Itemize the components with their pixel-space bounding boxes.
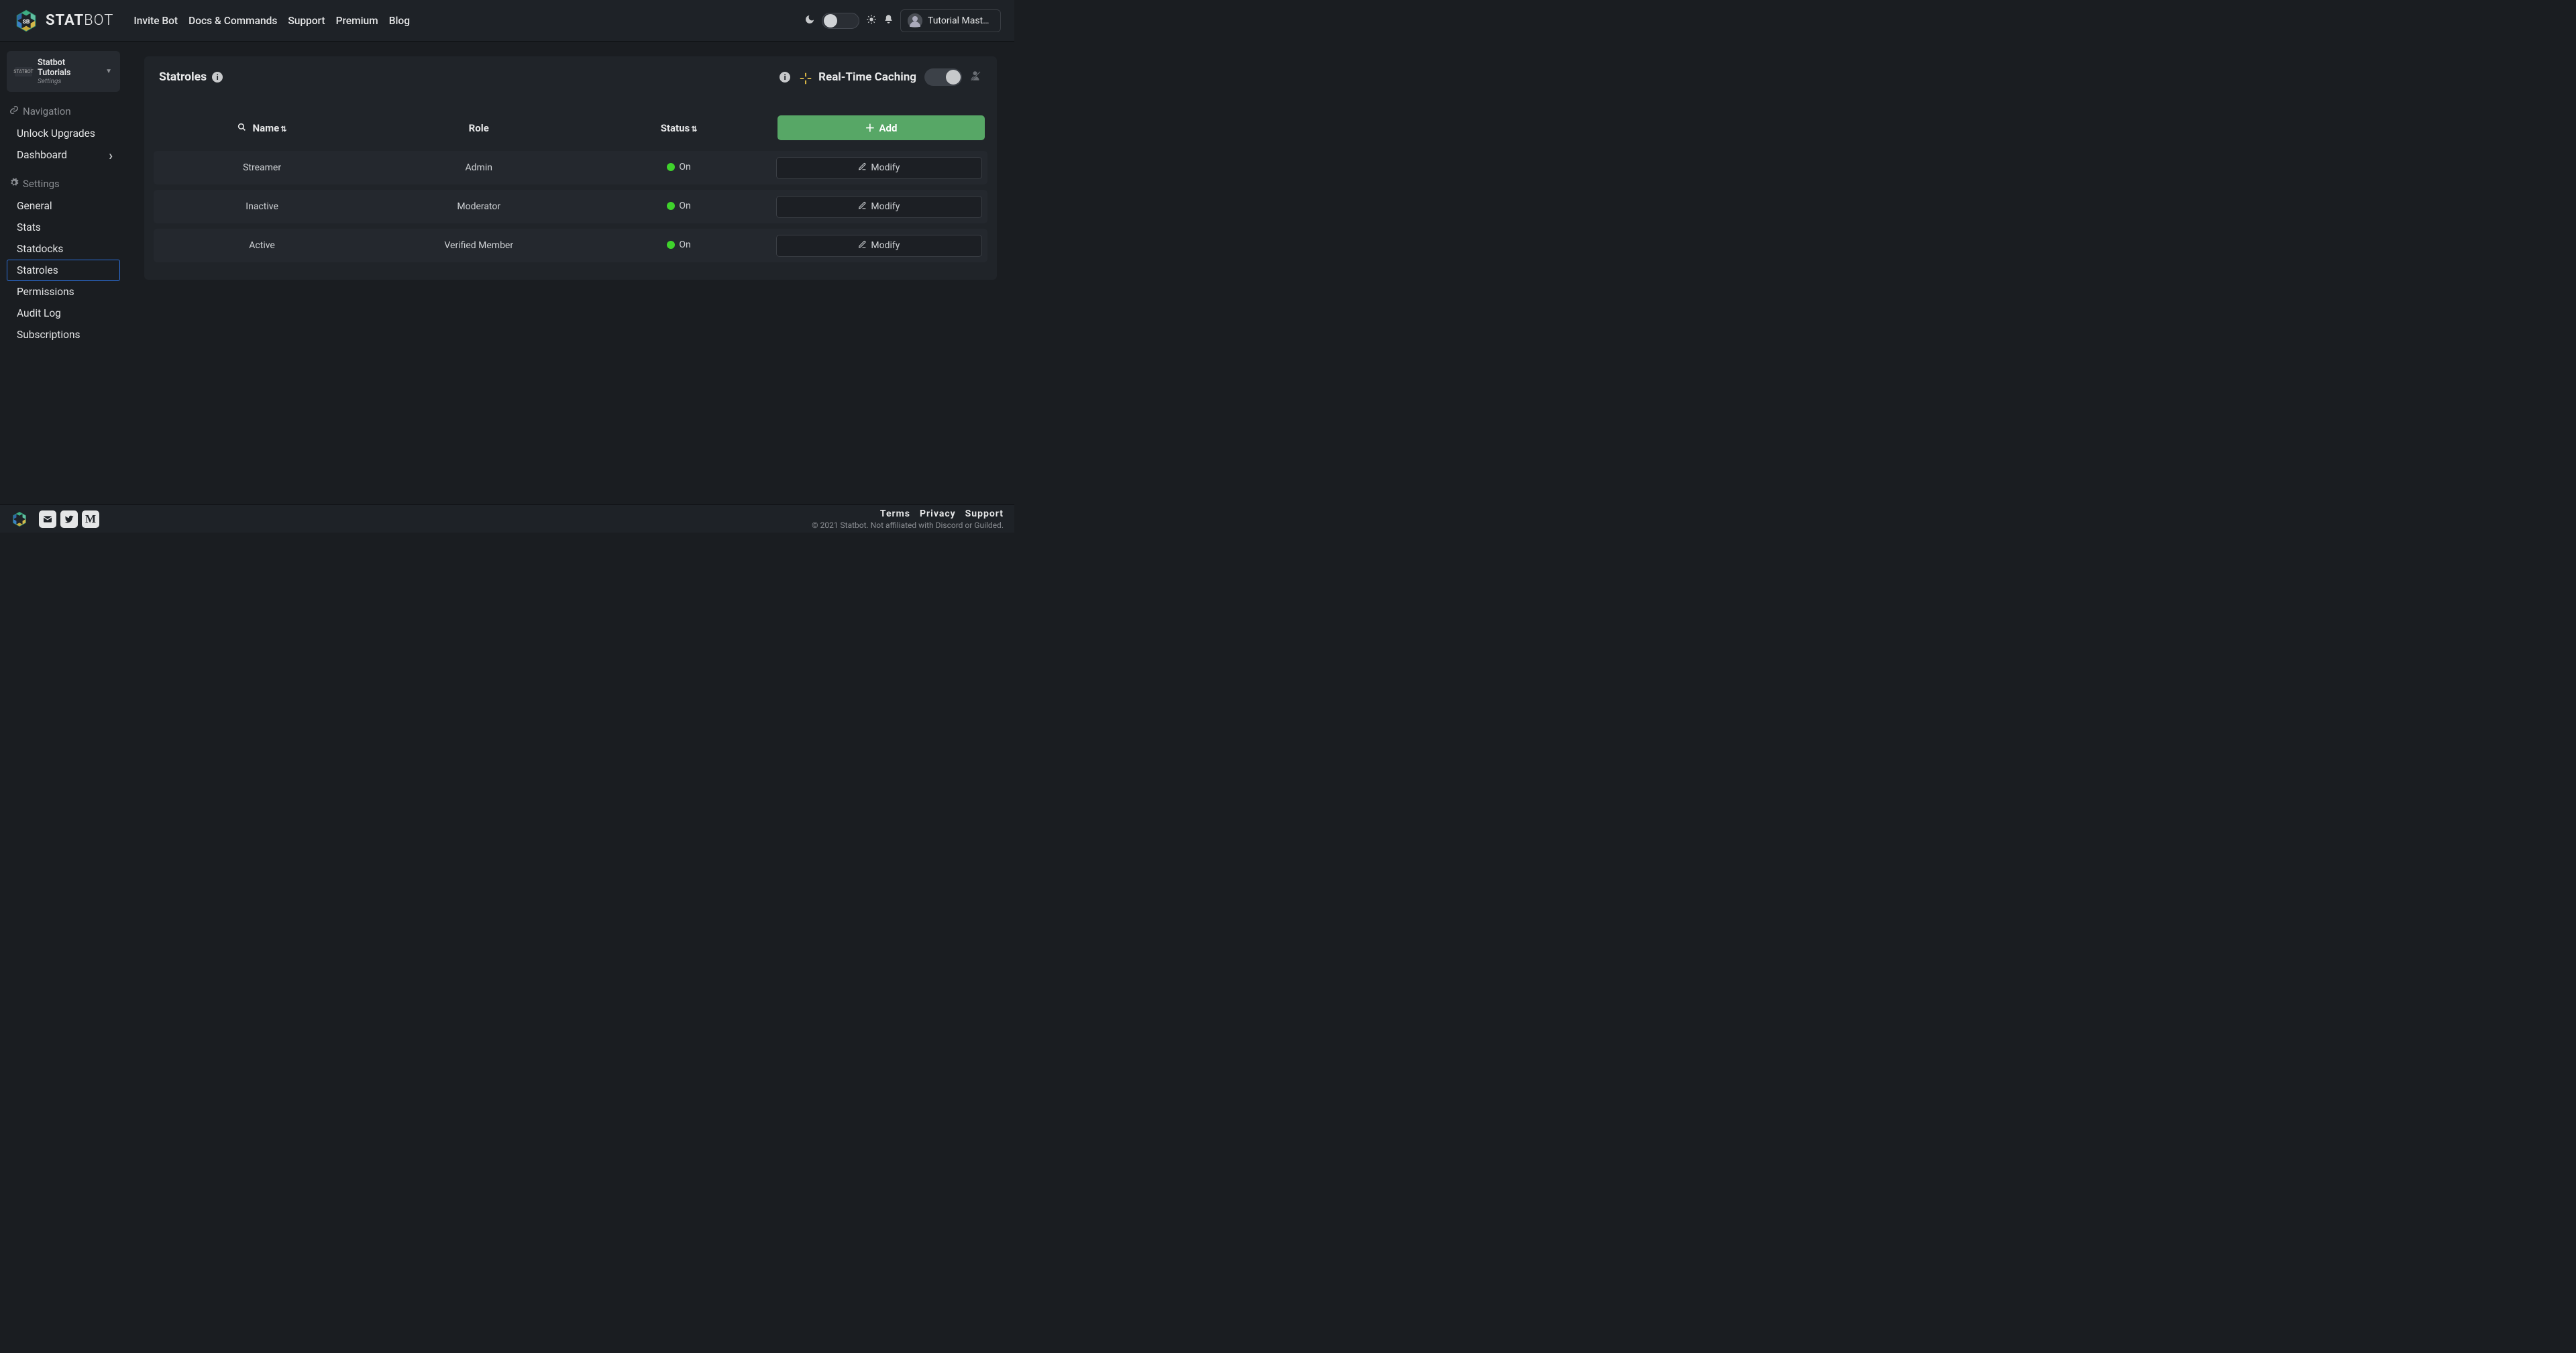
info-icon[interactable]: i <box>780 72 790 83</box>
table-row: ActiveVerified MemberOn Modify <box>154 229 987 262</box>
cell-role: Admin <box>370 151 587 184</box>
info-icon[interactable]: i <box>212 72 223 83</box>
sort-icon: ⇅ <box>691 125 697 133</box>
sidebar-item-stats[interactable]: Stats <box>7 217 120 238</box>
statroles-panel: Statroles i i Real-Time Caching <box>144 56 997 280</box>
statroles-table: Name⇅ Role Status⇅ ＋ Add <box>154 105 987 268</box>
server-selector[interactable]: STATBOT Statbot Tutorials Settings ▼ <box>7 51 120 92</box>
edit-icon <box>858 162 867 174</box>
server-name: Statbot Tutorials <box>38 58 100 78</box>
user-menu[interactable]: Tutorial Master#… <box>900 9 1001 32</box>
sidebar-section-settings: Settings <box>9 178 117 190</box>
cell-status: On <box>587 190 770 223</box>
footer-logo-icon[interactable] <box>11 510 28 528</box>
status-dot-icon <box>667 202 675 210</box>
nav-premium[interactable]: Premium <box>336 15 378 27</box>
modify-button[interactable]: Modify <box>776 235 982 257</box>
modify-button[interactable]: Modify <box>776 157 982 179</box>
cell-role: Verified Member <box>370 229 587 262</box>
bell-icon[interactable] <box>883 14 894 27</box>
rtc-label: Real-Time Caching <box>818 70 916 84</box>
panel-title: Statroles <box>159 70 207 84</box>
crosshair-icon <box>798 71 810 83</box>
main-content: Statroles i i Real-Time Caching <box>127 42 1014 504</box>
chevron-down-icon: ▼ <box>105 68 112 75</box>
copyright: © 2021 Statbot. Not affiliated with Disc… <box>812 521 1004 530</box>
cell-status: On <box>587 229 770 262</box>
plus-icon: ＋ <box>865 121 875 135</box>
add-button[interactable]: ＋ Add <box>777 115 985 140</box>
brand-logo[interactable]: SB STATBOT <box>13 8 113 34</box>
modify-button[interactable]: Modify <box>776 196 982 218</box>
avatar <box>908 13 922 28</box>
col-actions: ＋ Add <box>771 110 987 146</box>
sidebar-item-general[interactable]: General <box>7 195 120 217</box>
server-subtitle: Settings <box>38 78 100 85</box>
cell-name: Active <box>154 229 370 262</box>
email-icon[interactable] <box>39 510 56 528</box>
cell-role: Moderator <box>370 190 587 223</box>
sun-icon <box>866 14 877 28</box>
logo-icon: SB <box>13 8 39 34</box>
medium-icon[interactable]: M <box>82 510 99 528</box>
cell-status: On <box>587 151 770 184</box>
svg-text:SB: SB <box>23 18 30 25</box>
server-badge: STATBOT <box>15 67 32 76</box>
sidebar-section-navigation: Navigation <box>9 105 117 117</box>
brand-name-light: BOT <box>84 12 113 29</box>
nav-support[interactable]: Support <box>288 15 325 27</box>
table-row: InactiveModeratorOn Modify <box>154 190 987 223</box>
cell-name: Streamer <box>154 151 370 184</box>
cell-name: Inactive <box>154 190 370 223</box>
footer-link-support[interactable]: Support <box>965 508 1004 519</box>
table-row: StreamerAdminOn Modify <box>154 151 987 184</box>
gear-icon <box>9 178 19 190</box>
footer-link-privacy[interactable]: Privacy <box>920 508 956 519</box>
status-dot-icon <box>667 241 675 249</box>
link-icon <box>9 105 19 117</box>
top-header: SB STATBOT Invite Bot Docs & Commands Su… <box>0 0 1014 42</box>
top-nav: Invite Bot Docs & Commands Support Premi… <box>133 15 410 27</box>
twitter-icon[interactable] <box>60 510 78 528</box>
theme-toggle[interactable] <box>822 13 859 29</box>
sidebar-item-statroles[interactable]: Statroles <box>7 260 120 281</box>
search-icon <box>237 122 249 134</box>
col-name[interactable]: Name⇅ <box>154 110 370 146</box>
sidebar-item-permissions[interactable]: Permissions <box>7 281 120 303</box>
col-status[interactable]: Status⇅ <box>587 110 770 146</box>
nav-blog[interactable]: Blog <box>389 15 410 27</box>
status-dot-icon <box>667 163 675 171</box>
footer-link-terms[interactable]: Terms <box>880 508 910 519</box>
col-role: Role <box>370 110 587 146</box>
moon-icon <box>804 14 815 28</box>
user-slash-icon[interactable] <box>970 70 982 85</box>
sidebar-item-dashboard[interactable]: Dashboard <box>7 144 120 166</box>
nav-docs-commands[interactable]: Docs & Commands <box>189 15 277 27</box>
edit-icon <box>858 201 867 213</box>
user-name: Tutorial Master#… <box>928 15 994 26</box>
rtc-toggle[interactable] <box>924 68 962 86</box>
sidebar-item-statdocks[interactable]: Statdocks <box>7 238 120 260</box>
brand-name-strong: STAT <box>46 12 84 29</box>
nav-invite-bot[interactable]: Invite Bot <box>133 15 178 27</box>
sort-icon: ⇅ <box>280 125 286 133</box>
sidebar-item-unlock-upgrades[interactable]: Unlock Upgrades <box>7 123 120 144</box>
sidebar-item-audit-log[interactable]: Audit Log <box>7 303 120 324</box>
sidebar-item-subscriptions[interactable]: Subscriptions <box>7 324 120 345</box>
edit-icon <box>858 240 867 252</box>
footer: M Terms Privacy Support © 2021 Statbot. … <box>0 504 1014 533</box>
sidebar: STATBOT Statbot Tutorials Settings ▼ Nav… <box>0 42 127 504</box>
